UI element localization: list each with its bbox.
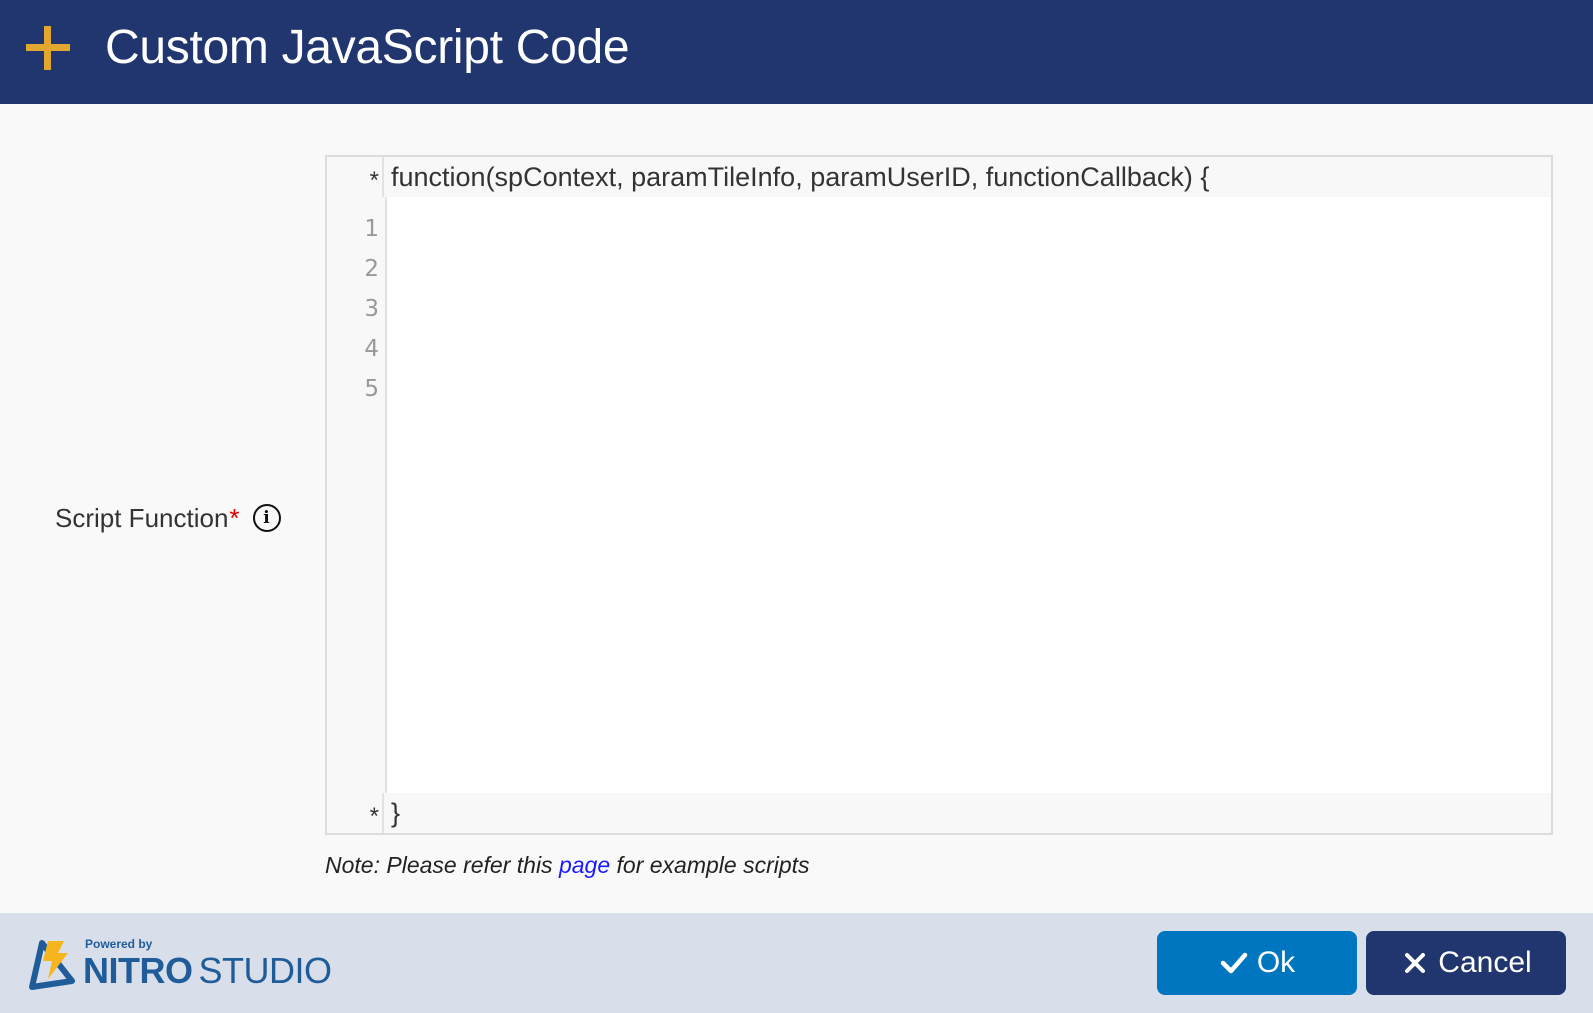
function-closing-brace: } xyxy=(391,798,401,828)
line-number: 4 xyxy=(364,336,379,362)
line-number: 5 xyxy=(364,376,379,402)
readonly-marker: * xyxy=(327,157,384,197)
line-number: 2 xyxy=(364,256,379,282)
checkmark-icon xyxy=(1219,948,1249,978)
dialog-title: Custom JavaScript Code xyxy=(105,21,630,74)
logo-brand-light: STUDIO xyxy=(198,950,333,991)
nitro-bolt-logo-icon xyxy=(29,940,75,990)
function-signature: function(spContext, paramTileInfo, param… xyxy=(391,162,1210,192)
cancel-button[interactable]: Cancel xyxy=(1366,931,1566,995)
logo-brand-bold: NITRO xyxy=(83,950,193,991)
required-marker: * xyxy=(229,503,240,533)
logo-brand: NITRO STUDIO xyxy=(83,951,332,991)
note-prefix: Note: Please refer this xyxy=(325,852,559,878)
nitro-studio-logo: Powered by NITRO STUDIO xyxy=(28,935,332,993)
logo-powered-by: Powered by xyxy=(85,937,153,951)
info-icon[interactable]: i xyxy=(252,504,281,532)
note-suffix: for example scripts xyxy=(610,852,810,878)
readonly-marker: * xyxy=(327,793,384,833)
script-function-label: Script Function * i xyxy=(55,501,281,535)
function-header-line: * function(spContext, paramTileInfo, par… xyxy=(327,157,1551,197)
function-footer-line: * } xyxy=(327,793,1551,833)
plus-icon xyxy=(26,26,70,70)
line-number: 1 xyxy=(364,216,379,242)
example-scripts-note: Note: Please refer this page for example… xyxy=(325,850,810,880)
field-label-text: Script Function xyxy=(55,503,229,533)
line-number: 3 xyxy=(364,296,379,322)
cancel-button-label: Cancel xyxy=(1438,946,1532,979)
line-numbers: 1 2 3 4 5 xyxy=(327,209,381,409)
dialog-header: Custom JavaScript Code xyxy=(0,0,1593,104)
script-code-input[interactable] xyxy=(389,199,1551,791)
dialog-footer: Powered by NITRO STUDIO Ok Cancel xyxy=(0,913,1593,1013)
example-scripts-link[interactable]: page xyxy=(559,852,610,878)
ok-button-label: Ok xyxy=(1256,946,1296,979)
close-icon xyxy=(1400,948,1430,978)
custom-javascript-dialog: Custom JavaScript Code Script Function *… xyxy=(0,0,1593,1013)
code-editor: * function(spContext, paramTileInfo, par… xyxy=(325,155,1553,835)
ok-button[interactable]: Ok xyxy=(1157,931,1357,995)
